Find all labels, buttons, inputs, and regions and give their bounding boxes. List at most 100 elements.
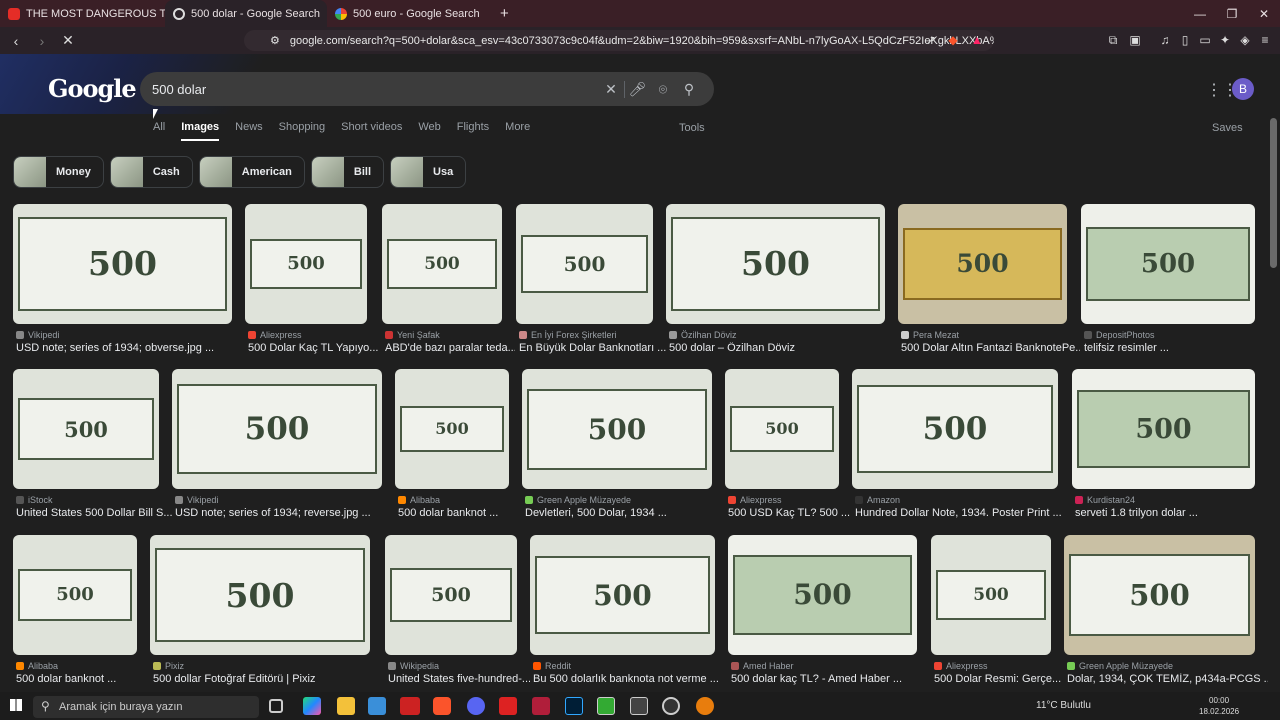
copilot-icon[interactable]: [303, 697, 321, 715]
stop-icon[interactable]: ✕: [58, 32, 78, 49]
result-title[interactable]: 500 Dolar Kaç TL Yapıyo...: [248, 342, 380, 354]
app-icon[interactable]: [400, 697, 420, 715]
result-title[interactable]: 500 dolar kaç TL? - Amed Haber ...: [731, 673, 930, 685]
result-title[interactable]: serveti 1.8 trilyon dolar ...: [1075, 507, 1268, 519]
file-explorer-icon[interactable]: [337, 697, 355, 715]
result-thumbnail[interactable]: 500: [395, 369, 509, 489]
result-source[interactable]: Alibaba: [398, 495, 440, 505]
wallet-icon[interactable]: ▭: [1198, 33, 1212, 47]
tools-button[interactable]: Tools: [679, 122, 705, 134]
taskbar-search-input[interactable]: ⚲ Aramak için buraya yazın: [33, 696, 259, 718]
image-result[interactable]: 500 Pera Mezat 500 Dolar Altın Fantazi Ban…: [898, 204, 1080, 364]
result-thumbnail[interactable]: 500: [172, 369, 382, 489]
chip-american[interactable]: American: [198, 156, 305, 188]
result-title[interactable]: 500 dolar banknot ...: [16, 673, 150, 685]
chip-bill[interactable]: Bill: [310, 156, 385, 188]
image-result[interactable]: 500 DepositPhotos telifsiz resimler ...: [1081, 204, 1255, 364]
image-result[interactable]: 500 Wikipedia United States five-hundred-.…: [385, 535, 530, 692]
result-source[interactable]: Yeni Şafak: [385, 330, 440, 340]
result-title[interactable]: 500 dolar – Özilhan Döviz: [669, 342, 898, 354]
result-thumbnail[interactable]: 500: [382, 204, 502, 324]
result-source[interactable]: Kurdistan24: [1075, 495, 1135, 505]
brave-browser-icon[interactable]: [433, 697, 451, 715]
notepad-icon[interactable]: [630, 697, 648, 715]
result-source[interactable]: Vikipedi: [16, 330, 59, 340]
result-thumbnail[interactable]: 500: [245, 204, 367, 324]
result-title[interactable]: USD note; series of 1934; obverse.jpg ..…: [16, 342, 245, 354]
image-result[interactable]: 500 Kurdistan24 serveti 1.8 trilyon dolar …: [1072, 369, 1255, 529]
result-source[interactable]: iStock: [16, 495, 53, 505]
image-result[interactable]: 500 iStock United States 500 Dollar Bill S…: [13, 369, 172, 529]
result-source[interactable]: Alibaba: [16, 661, 58, 671]
result-thumbnail[interactable]: 500: [666, 204, 885, 324]
result-thumbnail[interactable]: 500: [931, 535, 1051, 655]
task-view-icon[interactable]: [269, 699, 283, 713]
result-thumbnail[interactable]: 500: [13, 204, 232, 324]
sidebar-icon[interactable]: ▯: [1178, 33, 1192, 47]
discord-icon[interactable]: [467, 697, 485, 715]
scrollbar[interactable]: [1270, 118, 1277, 268]
image-result[interactable]: 500 Green Apple Müzayede Dolar, 1934, ÇOK …: [1064, 535, 1268, 692]
result-title[interactable]: telifsiz resimler ...: [1084, 342, 1268, 354]
result-thumbnail[interactable]: 500: [725, 369, 839, 489]
tab-all[interactable]: All: [153, 121, 165, 141]
obs-icon[interactable]: [662, 697, 680, 715]
image-result[interactable]: 500 Green Apple Müzayede Devletleri, 500 D…: [522, 369, 712, 529]
app-icon[interactable]: [368, 697, 386, 715]
image-result[interactable]: 500 Yeni Şafak ABD'de bazı paralar teda...: [382, 204, 515, 364]
result-title[interactable]: 500 dolar banknot ...: [398, 507, 522, 519]
result-source[interactable]: Wikipedia: [388, 661, 439, 671]
result-source[interactable]: Aliexpress: [728, 495, 782, 505]
tab-more[interactable]: More: [505, 121, 530, 141]
result-title[interactable]: 500 Dolar Resmi: Gerçe...: [934, 673, 1064, 685]
tab-images[interactable]: Images: [181, 121, 220, 141]
result-source[interactable]: Reddit: [533, 661, 571, 671]
saves-button[interactable]: Saves: [1212, 122, 1243, 134]
result-source[interactable]: DepositPhotos: [1084, 330, 1155, 340]
google-logo[interactable]: Google: [48, 74, 137, 103]
image-result[interactable]: 500 Vikipedi USD note; series of 1934; rev…: [172, 369, 382, 529]
tab-500-dolar[interactable]: 500 dolar - Google Search ✕: [165, 0, 327, 27]
back-icon[interactable]: ‹: [6, 33, 26, 49]
tab-youtube[interactable]: THE MOST DANGEROUS TRAIN IN TH: [0, 0, 165, 27]
extensions-icon[interactable]: ⧉: [1106, 33, 1120, 47]
vpn-icon[interactable]: ◈: [1238, 33, 1252, 47]
menu-icon[interactable]: ≡: [1258, 33, 1272, 47]
result-thumbnail[interactable]: 500: [516, 204, 653, 324]
result-title[interactable]: Devletleri, 500 Dolar, 1934 ...: [525, 507, 725, 519]
close-window-button[interactable]: ✕: [1248, 7, 1280, 21]
acrobat-icon[interactable]: [532, 697, 550, 715]
result-title[interactable]: Dolar, 1934, ÇOK TEMİZ, p434a-PCGS ...: [1067, 673, 1268, 685]
screenshot-icon[interactable]: ▣: [1128, 33, 1142, 47]
image-result[interactable]: 500 Aliexpress 500 Dolar Resmi: Gerçe...: [931, 535, 1061, 692]
app-icon[interactable]: [499, 697, 517, 715]
image-result[interactable]: 500 Alibaba 500 dolar banknot ...: [13, 535, 137, 692]
result-thumbnail[interactable]: 500: [852, 369, 1058, 489]
result-thumbnail[interactable]: 500: [150, 535, 370, 655]
result-title[interactable]: United States 500 Dollar Bill S...: [16, 507, 172, 519]
tab-news[interactable]: News: [235, 121, 263, 141]
app-icon[interactable]: [597, 697, 615, 715]
lens-icon[interactable]: ⌾: [650, 81, 676, 98]
site-info-icon[interactable]: ⚙: [270, 34, 280, 47]
tab-shopping[interactable]: Shopping: [279, 121, 326, 141]
result-thumbnail[interactable]: 500: [13, 535, 137, 655]
media-icon[interactable]: ♫: [1158, 33, 1172, 47]
result-source[interactable]: Aliexpress: [934, 661, 988, 671]
result-source[interactable]: Pixiz: [153, 661, 184, 671]
image-result[interactable]: 500 Reddit Bu 500 dolarlık banknota not ve…: [530, 535, 719, 692]
result-source[interactable]: Aliexpress: [248, 330, 302, 340]
result-source[interactable]: En İyi Forex Şirketleri: [519, 330, 617, 340]
chip-money[interactable]: Money: [13, 156, 104, 188]
result-source[interactable]: Özilhan Döviz: [669, 330, 737, 340]
result-thumbnail[interactable]: 500: [898, 204, 1067, 324]
image-result[interactable]: 500 Özilhan Döviz 500 dolar – Özilhan Dövi…: [666, 204, 885, 364]
result-title[interactable]: ABD'de bazı paralar teda...: [385, 342, 515, 354]
windows-start-icon[interactable]: [10, 699, 22, 711]
result-title[interactable]: USD note; series of 1934; reverse.jpg ..…: [175, 507, 395, 519]
image-result[interactable]: 500 Alibaba 500 dolar banknot ...: [395, 369, 509, 529]
search-icon[interactable]: ⚲: [676, 81, 702, 98]
result-thumbnail[interactable]: 500: [13, 369, 159, 489]
result-source[interactable]: Vikipedi: [175, 495, 218, 505]
result-source[interactable]: Pera Mezat: [901, 330, 959, 340]
